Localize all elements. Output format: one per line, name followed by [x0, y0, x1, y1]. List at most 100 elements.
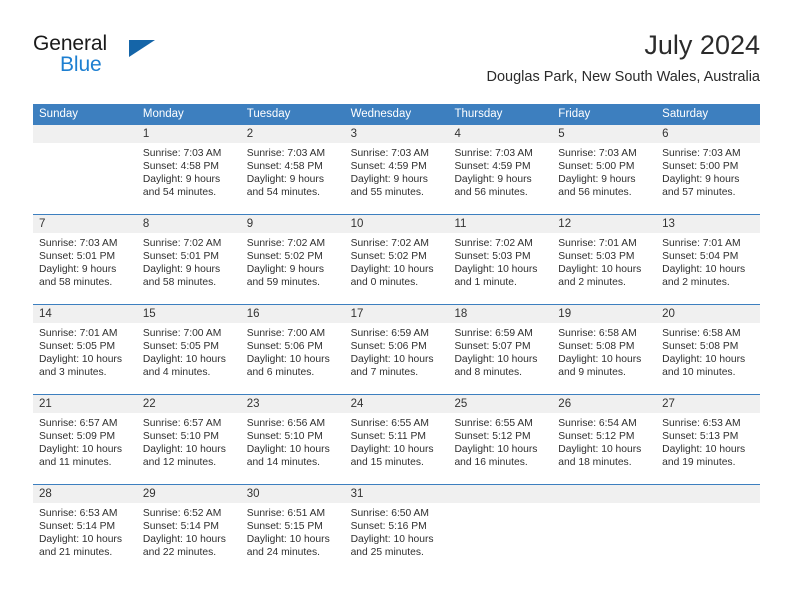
day-daylight-1-text: Daylight: 9 hours: [246, 174, 324, 186]
day-cell[interactable]: 16 Sunrise: 7:00 AM Sunset: 5:06 PM Dayligh…: [240, 305, 345, 394]
day-cell[interactable]: 21 Sunrise: 6:57 AM Sunset: 5:09 PM Dayligh…: [33, 395, 137, 484]
calendar-week-cells: 7 Sunrise: 7:03 AM Sunset: 5:01 PM Daylight…: [33, 215, 761, 304]
day-details: Sunrise: 6:57 AM Sunset: 5:10 PM Daylight:…: [137, 413, 241, 469]
day-cell[interactable]: 28 Sunrise: 6:53 AM Sunset: 5:14 PM Dayligh…: [33, 485, 137, 574]
day-number: 31: [344, 485, 449, 503]
day-cell[interactable]: 6 Sunrise: 7:03 AM Sunset: 5:00 PM Daylight…: [656, 125, 761, 214]
day-daylight-2-text: and 54 minutes.: [246, 187, 320, 199]
day-details: Sunrise: 6:56 AM Sunset: 5:10 PM Daylight:…: [241, 413, 345, 469]
day-daylight-1-text: Daylight: 10 hours: [558, 444, 642, 456]
day-sunrise-text: Sunrise: 6:50 AM: [350, 508, 429, 519]
day-cell[interactable]: 26 Sunrise: 6:54 AM Sunset: 5:12 PM Dayligh…: [552, 395, 657, 484]
day-cell[interactable]: 7 Sunrise: 7:03 AM Sunset: 5:01 PM Daylight…: [33, 215, 137, 304]
day-cell[interactable]: 20 Sunrise: 6:58 AM Sunset: 5:08 PM Dayligh…: [656, 305, 761, 394]
day-daylight-1-text: Daylight: 10 hours: [246, 444, 330, 456]
day-cell[interactable]: 11 Sunrise: 7:02 AM Sunset: 5:03 PM Dayligh…: [448, 215, 553, 304]
day-number: 22: [136, 395, 241, 413]
day-daylight-1-text: Daylight: 10 hours: [142, 534, 226, 546]
calendar-week-row: 1 Sunrise: 7:03 AM Sunset: 4:58 PM Daylight…: [33, 125, 761, 214]
day-number: 15: [136, 305, 241, 323]
day-sunset-text: Sunset: 5:02 PM: [246, 251, 323, 263]
day-daylight-2-text: and 6 minutes.: [246, 367, 315, 379]
day-sunrise-text: Sunrise: 6:53 AM: [662, 418, 741, 429]
day-details: Sunrise: 6:53 AM Sunset: 5:14 PM Daylight:…: [33, 503, 137, 559]
weekday-header-tuesday: Tuesday: [246, 108, 291, 120]
page-title: July 2024: [644, 30, 760, 60]
day-number: 10: [344, 215, 449, 233]
day-sunrise-text: Sunrise: 7:01 AM: [558, 238, 637, 249]
day-details: [656, 503, 760, 507]
day-sunrise-text: Sunrise: 6:53 AM: [39, 508, 118, 519]
day-cell[interactable]: 24 Sunrise: 6:55 AM Sunset: 5:11 PM Dayligh…: [344, 395, 449, 484]
day-details: Sunrise: 7:02 AM Sunset: 5:03 PM Daylight:…: [448, 233, 552, 289]
day-cell[interactable]: 31 Sunrise: 6:50 AM Sunset: 5:16 PM Dayligh…: [344, 485, 449, 574]
day-details: Sunrise: 7:00 AM Sunset: 5:05 PM Daylight:…: [137, 323, 241, 379]
masthead: General Blue July 2024 Douglas Park, New…: [33, 28, 760, 90]
day-daylight-2-text: and 11 minutes.: [39, 457, 112, 469]
day-cell[interactable]: 25 Sunrise: 6:55 AM Sunset: 5:12 PM Dayligh…: [448, 395, 553, 484]
day-cell[interactable]: 3 Sunrise: 7:03 AM Sunset: 4:59 PM Daylight…: [344, 125, 449, 214]
day-sunrise-text: Sunrise: 6:52 AM: [142, 508, 222, 519]
day-daylight-1-text: Daylight: 10 hours: [350, 264, 434, 276]
day-cell[interactable]: 4 Sunrise: 7:03 AM Sunset: 4:59 PM Daylight…: [448, 125, 553, 214]
day-sunset-text: Sunset: 4:59 PM: [454, 161, 531, 173]
day-daylight-1-text: Daylight: 10 hours: [662, 264, 746, 276]
day-number: 7: [33, 215, 137, 233]
day-daylight-2-text: and 14 minutes.: [246, 457, 320, 469]
day-daylight-1-text: Daylight: 10 hours: [39, 354, 122, 366]
day-details: Sunrise: 7:03 AM Sunset: 5:00 PM Daylight:…: [552, 143, 656, 199]
day-cell[interactable]: 14 Sunrise: 7:01 AM Sunset: 5:05 PM Dayligh…: [33, 305, 137, 394]
day-sunrise-text: Sunrise: 7:01 AM: [662, 238, 741, 249]
day-details: Sunrise: 7:03 AM Sunset: 4:59 PM Daylight:…: [448, 143, 552, 199]
day-cell[interactable]: 1 Sunrise: 7:03 AM Sunset: 4:58 PM Daylight…: [136, 125, 241, 214]
day-sunset-text: Sunset: 5:16 PM: [350, 521, 427, 533]
day-details: [33, 143, 137, 147]
day-cell[interactable]: 18 Sunrise: 6:59 AM Sunset: 5:07 PM Dayligh…: [448, 305, 553, 394]
day-cell[interactable]: 29 Sunrise: 6:52 AM Sunset: 5:14 PM Dayligh…: [136, 485, 241, 574]
generalblue-logo[interactable]: General Blue: [33, 32, 193, 86]
day-cell[interactable]: 5 Sunrise: 7:03 AM Sunset: 5:00 PM Daylight…: [552, 125, 657, 214]
day-number: 18: [448, 305, 553, 323]
day-cell[interactable]: 13 Sunrise: 7:01 AM Sunset: 5:04 PM Dayligh…: [656, 215, 761, 304]
day-cell[interactable]: 8 Sunrise: 7:02 AM Sunset: 5:01 PM Daylight…: [136, 215, 241, 304]
day-sunset-text: Sunset: 5:02 PM: [350, 251, 427, 263]
day-daylight-1-text: Daylight: 10 hours: [350, 444, 434, 456]
day-number: [552, 485, 657, 503]
day-cell[interactable]: 30 Sunrise: 6:51 AM Sunset: 5:15 PM Dayligh…: [240, 485, 345, 574]
day-sunrise-text: Sunrise: 6:51 AM: [246, 508, 326, 519]
day-daylight-1-text: Daylight: 10 hours: [662, 354, 746, 366]
day-cell[interactable]: 12 Sunrise: 7:01 AM Sunset: 5:03 PM Dayligh…: [552, 215, 657, 304]
day-cell[interactable]: 19 Sunrise: 6:58 AM Sunset: 5:08 PM Dayligh…: [552, 305, 657, 394]
day-daylight-1-text: Daylight: 9 hours: [454, 174, 532, 186]
day-daylight-2-text: and 58 minutes.: [39, 277, 113, 289]
day-daylight-1-text: Daylight: 9 hours: [142, 264, 221, 276]
day-cell[interactable]: 2 Sunrise: 7:03 AM Sunset: 4:58 PM Daylight…: [240, 125, 345, 214]
day-sunset-text: Sunset: 5:08 PM: [558, 341, 635, 353]
day-cell[interactable]: 15 Sunrise: 7:00 AM Sunset: 5:05 PM Dayligh…: [136, 305, 241, 394]
day-details: Sunrise: 6:59 AM Sunset: 5:07 PM Daylight:…: [448, 323, 552, 379]
day-daylight-1-text: Daylight: 10 hours: [246, 534, 330, 546]
day-number: 26: [552, 395, 657, 413]
day-cell[interactable]: 27 Sunrise: 6:53 AM Sunset: 5:13 PM Dayligh…: [656, 395, 761, 484]
day-daylight-1-text: Daylight: 9 hours: [350, 174, 428, 186]
day-daylight-2-text: and 24 minutes.: [246, 547, 320, 559]
day-sunset-text: Sunset: 5:09 PM: [39, 431, 116, 443]
day-cell[interactable]: 23 Sunrise: 6:56 AM Sunset: 5:10 PM Dayligh…: [240, 395, 345, 484]
day-daylight-1-text: Daylight: 9 hours: [142, 174, 221, 186]
day-daylight-1-text: Daylight: 10 hours: [350, 354, 434, 366]
day-number: 11: [448, 215, 553, 233]
day-cell[interactable]: 9 Sunrise: 7:02 AM Sunset: 5:02 PM Daylight…: [240, 215, 345, 304]
day-cell[interactable]: 17 Sunrise: 6:59 AM Sunset: 5:06 PM Dayligh…: [344, 305, 449, 394]
day-details: Sunrise: 6:55 AM Sunset: 5:12 PM Daylight:…: [448, 413, 552, 469]
day-number: 3: [344, 125, 449, 143]
day-cell[interactable]: 10 Sunrise: 7:02 AM Sunset: 5:02 PM Dayligh…: [344, 215, 449, 304]
day-daylight-1-text: Daylight: 10 hours: [454, 354, 538, 366]
logo-word-blue: Blue: [60, 53, 102, 76]
day-details: Sunrise: 6:52 AM Sunset: 5:14 PM Daylight:…: [137, 503, 241, 559]
day-daylight-1-text: Daylight: 10 hours: [142, 444, 226, 456]
day-sunset-text: Sunset: 5:06 PM: [246, 341, 323, 353]
day-cell[interactable]: 22 Sunrise: 6:57 AM Sunset: 5:10 PM Dayligh…: [136, 395, 241, 484]
day-number: 13: [656, 215, 761, 233]
day-cell-empty: [552, 485, 657, 574]
day-daylight-1-text: Daylight: 9 hours: [558, 174, 636, 186]
